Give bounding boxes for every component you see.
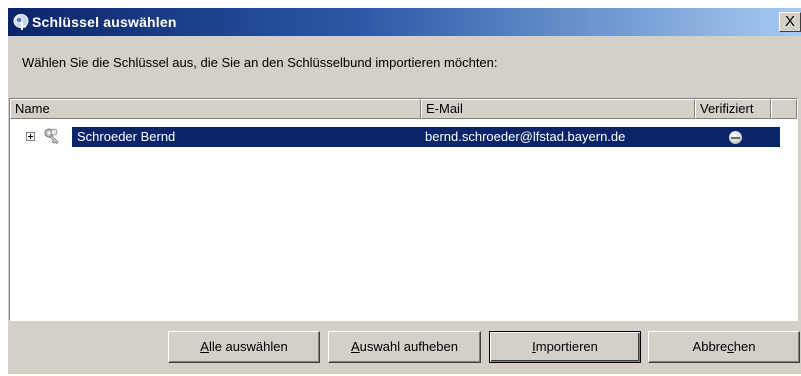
window-title: Schlüssel auswählen (32, 14, 177, 30)
import-button[interactable]: Importieren (489, 331, 641, 363)
column-header-verified[interactable]: Verifiziert (695, 99, 771, 119)
verified-status-icon (729, 131, 742, 144)
table-row[interactable]: Schroeder Bernd bernd.schroeder@lfstad.b… (10, 127, 797, 147)
cancel-button[interactable]: Abbrechen (648, 331, 800, 363)
deselect-label-post: uswahl aufheben (359, 339, 458, 354)
select-all-label-post: lle auswählen (208, 339, 288, 354)
row-email: bernd.schroeder@lfstad.bayern.de (425, 129, 626, 144)
key-pair-icon (44, 128, 59, 145)
cancel-label-pre: Abbre (692, 339, 728, 354)
deselect-accel: A (351, 339, 360, 354)
column-header-name[interactable]: Name (10, 99, 421, 119)
column-header-email[interactable]: E-Mail (421, 99, 695, 119)
deselect-button[interactable]: Auswahl aufheben (328, 331, 481, 363)
key-list[interactable]: Name E-Mail Verifiziert Schroeder Bernd … (9, 98, 798, 321)
row-name: Schroeder Bernd (77, 129, 176, 144)
select-all-accel: A (200, 339, 209, 354)
close-button[interactable]: X (779, 12, 801, 32)
key-select-dialog: Schlüssel auswählen X Wählen Sie die Sch… (8, 8, 801, 374)
list-header: Name E-Mail Verifiziert (10, 99, 797, 119)
cancel-label-post: hen (733, 339, 756, 354)
select-all-button[interactable]: Alle auswählen (168, 331, 320, 363)
import-label-post: mportieren (535, 339, 598, 354)
app-key-icon (13, 14, 29, 30)
plus-expander-icon[interactable] (26, 132, 35, 141)
column-header-filler (771, 99, 797, 119)
instruction-text: Wählen Sie die Schlüssel aus, die Sie an… (22, 55, 498, 70)
title-bar[interactable]: Schlüssel auswählen X (8, 8, 801, 36)
